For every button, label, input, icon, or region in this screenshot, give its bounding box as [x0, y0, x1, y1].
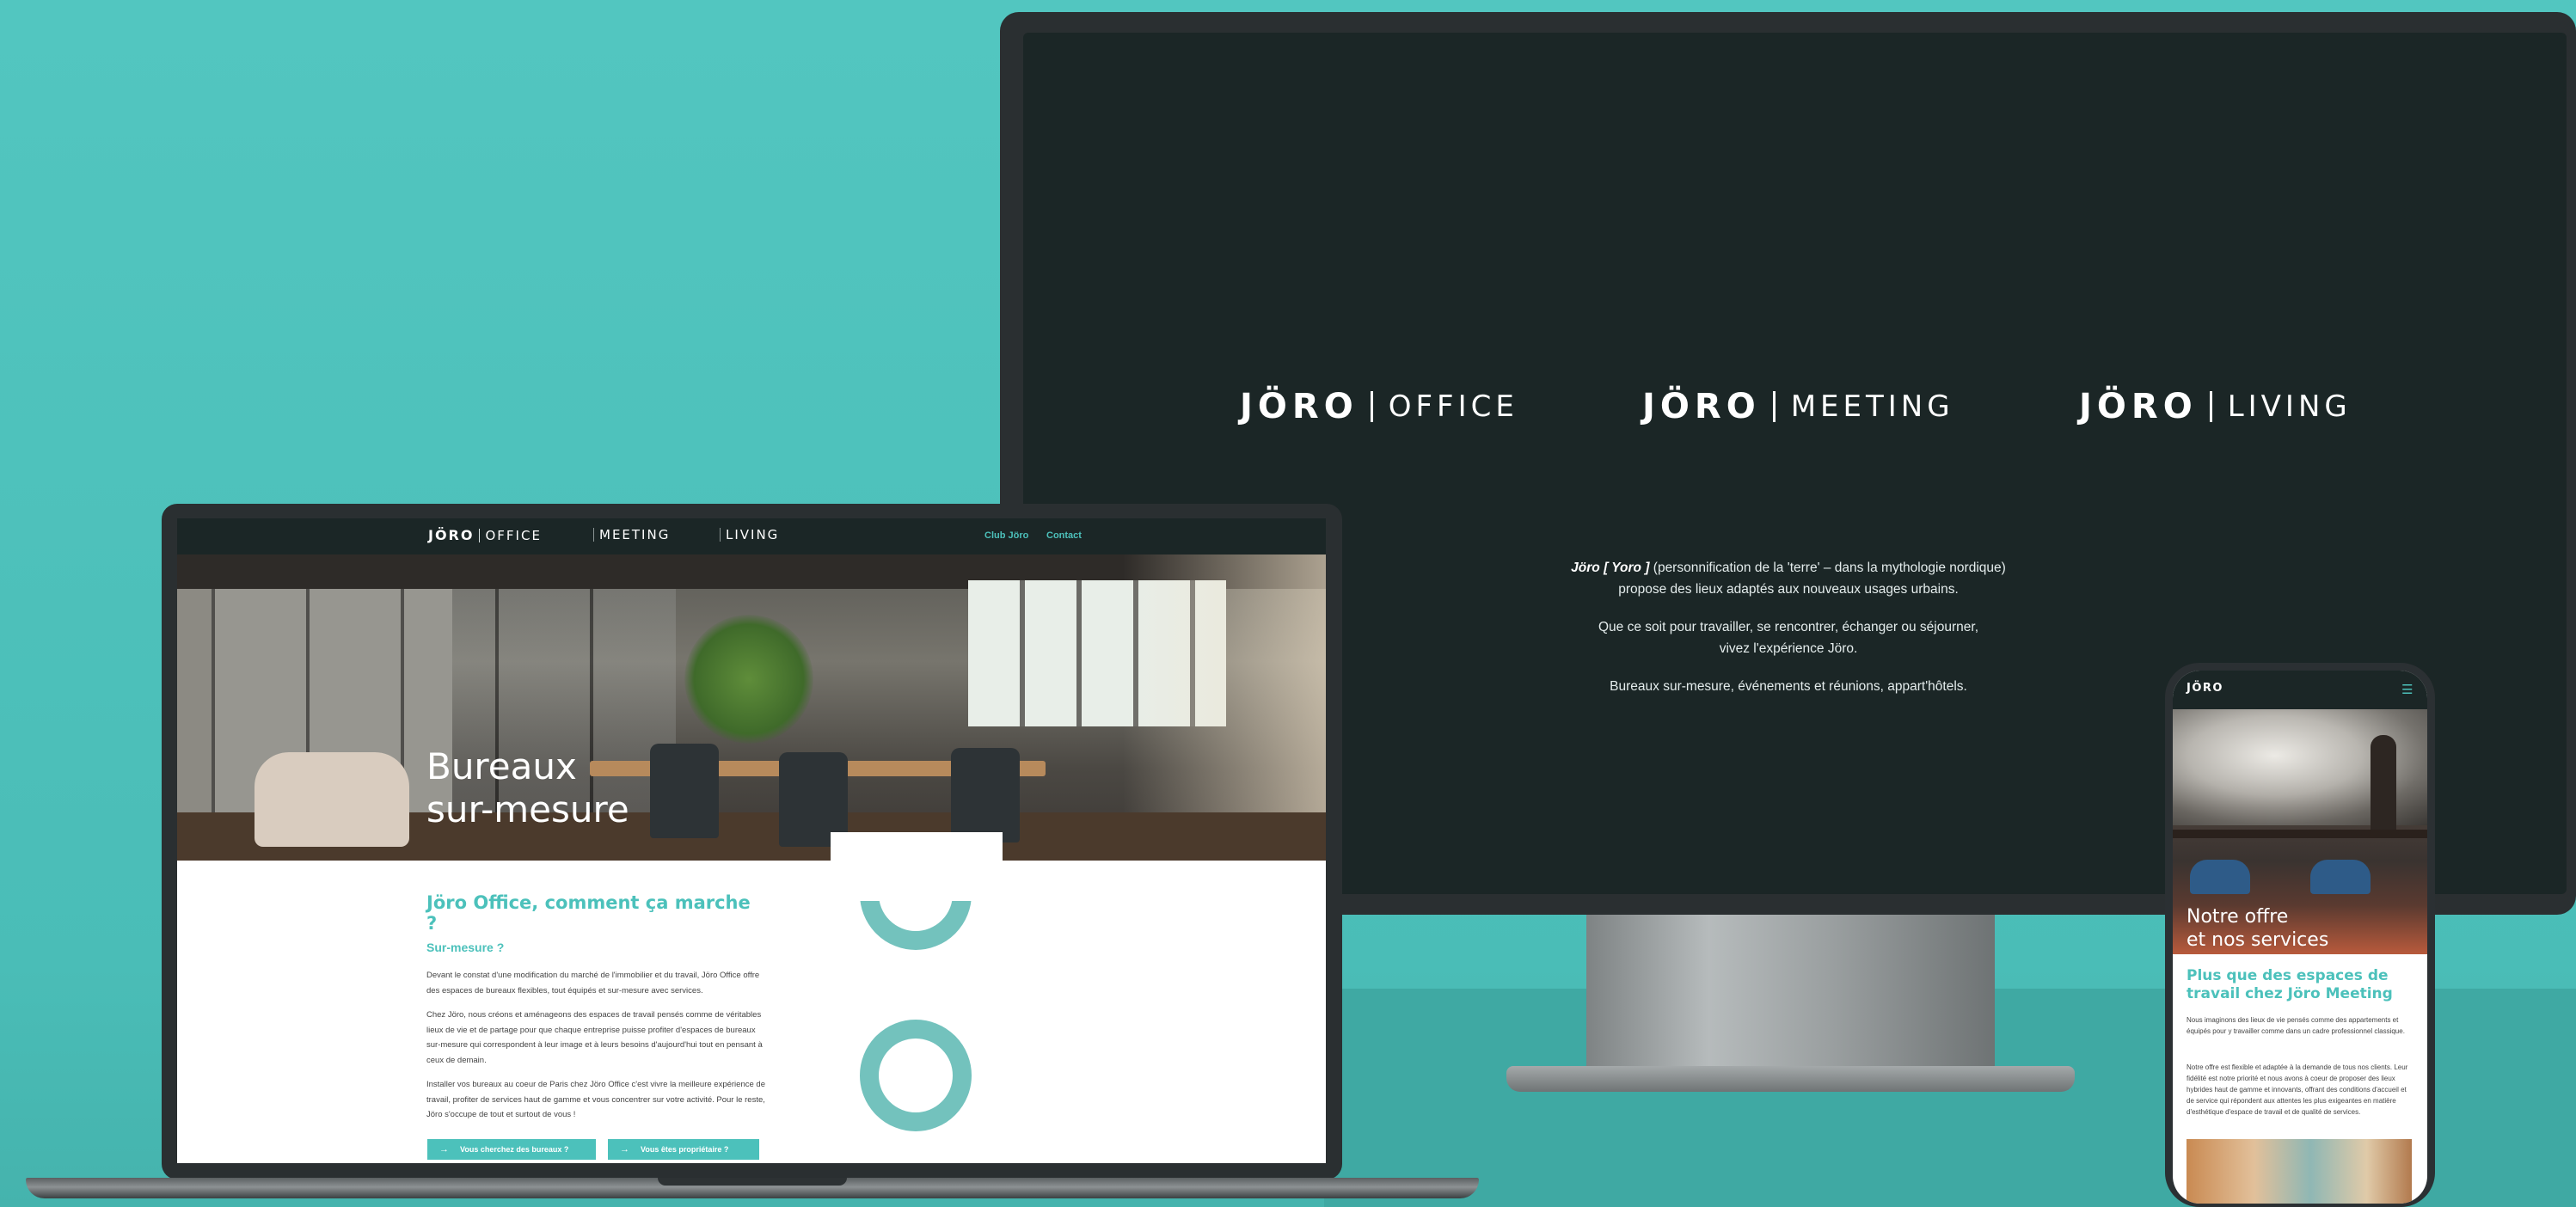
- hero-shelf: [2173, 830, 2427, 838]
- intro-line-4: vivez l'expérience Jöro.: [1719, 641, 1858, 656]
- laptop-screen: JÖRO OFFICE MEETING LIVING Club Jöro Con…: [177, 518, 1326, 1163]
- hero-chair: [2190, 860, 2250, 894]
- hero-chair: [650, 744, 719, 838]
- laptop-content: Jöro Office, comment ça marche ? Sur-mes…: [426, 892, 766, 1132]
- nav-link-contact[interactable]: Contact: [1046, 530, 1082, 541]
- nav-item-living-label: LIVING: [726, 527, 780, 542]
- decorative-ring: [860, 1020, 972, 1131]
- brand-logo-word: JÖRO: [1642, 387, 1761, 426]
- brand-logo-word: JÖRO: [1240, 387, 1359, 426]
- laptop-navbar: JÖRO OFFICE MEETING LIVING Club Jöro Con…: [177, 518, 1326, 554]
- brand-logo-office[interactable]: JÖRO OFFICE: [1240, 377, 1518, 437]
- hero-statue: [2371, 735, 2396, 834]
- section-heading: Jöro Office, comment ça marche ?: [426, 892, 751, 934]
- phone-hero-title: Notre offre et nos services: [2187, 905, 2328, 952]
- intro-text: Jöro [ Yoro ] (personnification de la 't…: [1496, 557, 2081, 714]
- phone-navbar: JÖRO ☰: [2173, 671, 2427, 709]
- phone-room-image: [2187, 1139, 2412, 1204]
- hero-title: Bureaux sur-mesure: [426, 745, 629, 831]
- intro-line-5: Bureaux sur-mesure, événements et réunio…: [1610, 679, 1967, 694]
- monitor-stand-neck: [1586, 915, 1995, 1074]
- hero-chair: [2310, 860, 2371, 894]
- brand-logo-word: JÖRO: [2079, 387, 2198, 426]
- laptop-notch: [658, 1178, 847, 1186]
- nav-item-meeting[interactable]: MEETING: [588, 527, 670, 542]
- brand-logo-sub: MEETING: [1790, 389, 1954, 424]
- hero-chair: [951, 748, 1020, 842]
- logo-divider: [720, 528, 721, 542]
- phone-hero-title-line-2: et nos services: [2187, 929, 2329, 951]
- phone-paragraph-1: Nous imaginons des lieux de vie pensés c…: [2187, 1016, 2405, 1035]
- intro-line-3: Que ce soit pour travailler, se rencontr…: [1598, 620, 1978, 634]
- phone-screen: JÖRO ☰ Notre offre et nos services Plus …: [2173, 671, 2427, 1204]
- monitor-stand-base: [1506, 1066, 2075, 1092]
- intro-paragraph-2: Que ce soit pour travailler, se rencontr…: [1496, 616, 2081, 659]
- nav-item-living[interactable]: LIVING: [715, 527, 779, 542]
- intro-paragraph-3: Bureaux sur-mesure, événements et réunio…: [1496, 676, 2081, 697]
- nav-logo-word: JÖRO: [428, 527, 475, 543]
- hero-title-line-2: sur-mesure: [426, 788, 629, 830]
- laptop-hero-image: Bureaux sur-mesure: [177, 554, 1326, 861]
- logo-divider: [1370, 391, 1373, 422]
- body-paragraph: Devant le constat d'une modification du …: [426, 971, 760, 996]
- nav-item-meeting-label: MEETING: [599, 527, 671, 542]
- body-paragraph: Installer vos bureaux au coeur de Paris …: [426, 1080, 765, 1119]
- phone-hero-image: Notre offre et nos services: [2173, 709, 2427, 954]
- hero-plant: [684, 615, 813, 744]
- logo-divider: [479, 528, 481, 542]
- intro-brand-name: Jöro [ Yoro ]: [1571, 561, 1650, 575]
- arc-mask: [831, 832, 1003, 901]
- body-paragraph: Chez Jöro, nous créons et aménageons des…: [426, 1010, 763, 1065]
- brand-logo-living[interactable]: JÖRO LIVING: [2079, 377, 2352, 437]
- brand-logo-meeting[interactable]: JÖRO MEETING: [1642, 377, 1954, 437]
- hamburger-menu-icon[interactable]: ☰: [2401, 683, 2413, 696]
- nav-link-club[interactable]: Club Jöro: [984, 530, 1028, 541]
- hero-sofa: [255, 752, 409, 847]
- phone-paragraph-2: Notre offre est flexible et adaptée à la…: [2187, 1063, 2408, 1116]
- phone-hero-title-line-1: Notre offre: [2187, 906, 2289, 928]
- phone-logo[interactable]: JÖRO: [2187, 682, 2223, 695]
- phone-section-heading: Plus que des espaces de travail chez Jör…: [2187, 967, 2393, 1002]
- search-offices-button[interactable]: Vous cherchez des bureaux ?: [427, 1139, 596, 1160]
- logo-divider: [1772, 391, 1776, 422]
- brand-logo-sub: LIVING: [2227, 389, 2352, 424]
- intro-line-2: propose des lieux adaptés aux nouveaux u…: [1618, 582, 1959, 597]
- nav-logo-office[interactable]: JÖRO OFFICE: [428, 527, 542, 543]
- logo-divider: [2209, 391, 2212, 422]
- intro-line-1: (personnification de la 'terre' – dans l…: [1653, 561, 2006, 575]
- logo-divider: [593, 528, 594, 542]
- intro-paragraph-1: Jöro [ Yoro ] (personnification de la 't…: [1496, 557, 2081, 600]
- nav-logo-sub: OFFICE: [485, 527, 542, 543]
- section-subheading: Sur-mesure ?: [426, 940, 505, 954]
- brand-logo-sub: OFFICE: [1388, 389, 1518, 424]
- owner-button[interactable]: Vous êtes propriétaire ?: [608, 1139, 759, 1160]
- hero-title-line-1: Bureaux: [426, 745, 577, 787]
